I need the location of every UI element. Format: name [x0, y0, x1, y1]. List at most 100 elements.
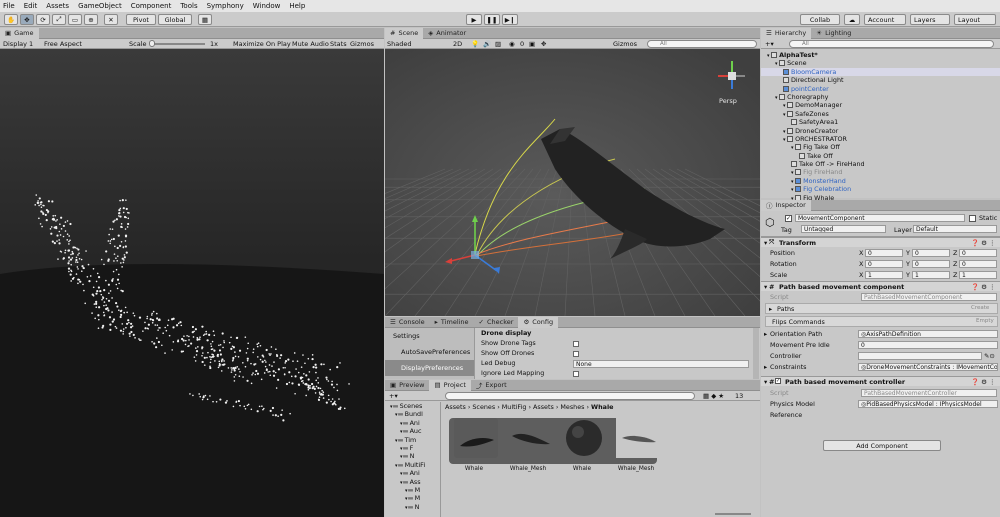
- play-button[interactable]: ▶: [466, 14, 482, 25]
- menu-component[interactable]: Component: [131, 2, 172, 10]
- pre-idle-field[interactable]: 0: [858, 341, 998, 349]
- folder-item[interactable]: ▾▬Bundl: [385, 410, 440, 418]
- hierarchy-item[interactable]: ▾ DemoManager: [761, 101, 1000, 109]
- scale-z-field[interactable]: 1: [959, 271, 997, 279]
- option-checkbox[interactable]: [573, 341, 579, 347]
- lighting-toggle-icon[interactable]: 💡: [471, 40, 479, 48]
- tab-export[interactable]: ⤴ Export: [471, 380, 512, 391]
- account-dropdown[interactable]: Account: [864, 14, 906, 25]
- folder-item[interactable]: ▾▬Auc: [385, 427, 440, 435]
- hierarchy-item[interactable]: Directional Light: [761, 76, 1000, 84]
- rotation-x-field[interactable]: 0: [865, 260, 903, 268]
- tab-checker[interactable]: ✓ Checker: [474, 317, 519, 328]
- effects-toggle-icon[interactable]: ▨: [495, 40, 501, 48]
- folder-item[interactable]: ▾▬Scenes: [385, 402, 440, 410]
- hierarchy-item[interactable]: pointCenter: [761, 85, 1000, 93]
- tab-hierarchy[interactable]: ☰ Hierarchy: [761, 27, 812, 39]
- hierarchy-item[interactable]: ▾ Fig Celebration: [761, 185, 1000, 193]
- hierarchy-item[interactable]: ▾ AlphaTest*: [761, 51, 1000, 59]
- component-menu-icon[interactable]: ❓ ⚙ ⋮: [971, 283, 996, 291]
- menu-edit[interactable]: Edit: [24, 2, 38, 10]
- shading-mode-dropdown[interactable]: Shaded: [387, 40, 411, 48]
- breadcrumb-item[interactable]: Meshes: [560, 403, 584, 411]
- folder-item[interactable]: ▾▬M: [385, 486, 440, 494]
- create-asset-icon[interactable]: +▾: [389, 392, 398, 400]
- folder-item[interactable]: ▾▬Ani: [385, 419, 440, 427]
- led-debug-dropdown[interactable]: None: [573, 360, 749, 368]
- scene-gizmos-dropdown[interactable]: Gizmos: [613, 40, 637, 48]
- menu-tools[interactable]: Tools: [180, 2, 197, 10]
- menu-symphony[interactable]: Symphony: [207, 2, 244, 10]
- pivot-button[interactable]: Pivot: [126, 14, 156, 25]
- filter-icons[interactable]: ▦ ◆ ★: [703, 392, 724, 400]
- enabled-checkbox[interactable]: ✓: [775, 378, 781, 384]
- scale-tool-icon[interactable]: ⤢: [52, 14, 66, 25]
- tab-console[interactable]: ☰ Console: [385, 317, 430, 328]
- tab-inspector[interactable]: ⓘ Inspector: [761, 199, 811, 211]
- hidden-objects-icon[interactable]: ◉: [509, 40, 515, 48]
- layers-dropdown[interactable]: Layers: [910, 14, 950, 25]
- tag-dropdown[interactable]: Untagged: [801, 225, 886, 233]
- autosave-preferences-item[interactable]: AutoSavePreferences: [385, 344, 474, 360]
- scale-slider-handle[interactable]: [149, 40, 155, 47]
- pbctrl-header[interactable]: ▾ # ✓ Path based movement controller ❓ ⚙ ⋮: [761, 376, 1000, 386]
- folder-item[interactable]: ▾▬Tim: [385, 436, 440, 444]
- static-checkbox[interactable]: [969, 215, 976, 222]
- tab-timeline[interactable]: ▸ Timeline: [430, 317, 474, 328]
- tab-animator[interactable]: ◈ Animator: [423, 28, 471, 39]
- component-menu-icon[interactable]: ❓ ⚙ ⋮: [971, 239, 996, 247]
- position-z-field[interactable]: 0: [959, 249, 997, 257]
- custom-tool-icon[interactable]: ✕: [104, 14, 118, 25]
- move-tool-icon[interactable]: ✥: [20, 14, 34, 25]
- breadcrumb-item[interactable]: Assets: [533, 403, 554, 411]
- hierarchy-item[interactable]: ▾ Scene: [761, 59, 1000, 67]
- controller-field[interactable]: [858, 352, 982, 360]
- hierarchy-search-input[interactable]: All: [789, 40, 994, 48]
- hierarchy-item[interactable]: ▾ MonsterHand: [761, 177, 1000, 185]
- maximize-on-play-toggle[interactable]: Maximize On Play: [233, 40, 291, 48]
- paths-list[interactable]: ▸ Paths Create: [765, 303, 998, 314]
- layer-dropdown[interactable]: Default: [913, 225, 997, 233]
- scale-slider[interactable]: [150, 43, 205, 45]
- collab-button[interactable]: Collab: [800, 14, 840, 25]
- global-button[interactable]: Global: [158, 14, 192, 25]
- hierarchy-item[interactable]: ▾ Choregraphy: [761, 93, 1000, 101]
- rotate-tool-icon[interactable]: ⟳: [36, 14, 50, 25]
- folder-item[interactable]: ▾▬N: [385, 452, 440, 460]
- transform-tool-icon[interactable]: ⊕: [84, 14, 98, 25]
- hierarchy-item[interactable]: BloomCamera: [761, 67, 1000, 77]
- option-checkbox[interactable]: [573, 371, 579, 377]
- asset-tile[interactable]: Whale: [557, 418, 607, 472]
- scene-viewport[interactable]: Persp: [385, 49, 760, 316]
- 2d-toggle[interactable]: 2D: [453, 40, 462, 48]
- hand-tool-icon[interactable]: ✋: [4, 14, 18, 25]
- asset-tile[interactable]: Whale_Mesh: [503, 418, 553, 472]
- asset-tile[interactable]: Whale: [449, 418, 499, 472]
- folder-item[interactable]: ▾▬M: [385, 494, 440, 502]
- audio-toggle-icon[interactable]: 🔊: [483, 40, 491, 48]
- config-scrollbar[interactable]: [753, 328, 759, 379]
- folder-item[interactable]: ▾▬Ass: [385, 478, 440, 486]
- component-menu-icon[interactable]: ❓ ⚙ ⋮: [971, 378, 996, 386]
- orientation-path-field[interactable]: ◎AxisPathDefinition: [858, 330, 998, 338]
- tab-project[interactable]: ▤ Project: [429, 379, 471, 391]
- menu-window[interactable]: Window: [253, 2, 281, 10]
- pause-button[interactable]: ❚❚: [484, 14, 500, 25]
- tools-icon[interactable]: ✥: [541, 40, 546, 48]
- active-checkbox[interactable]: ✓: [785, 215, 792, 222]
- hierarchy-item[interactable]: ▾ SafeZones: [761, 110, 1000, 118]
- menu-file[interactable]: File: [3, 2, 15, 10]
- option-checkbox[interactable]: [573, 351, 579, 357]
- game-gizmos-dropdown[interactable]: Gizmos: [350, 40, 374, 48]
- persp-label[interactable]: Persp: [719, 97, 737, 105]
- camera-icon[interactable]: ▣: [529, 40, 535, 48]
- object-name-field[interactable]: MovementComponent: [795, 214, 965, 222]
- tab-preview[interactable]: ▣ Preview: [385, 380, 429, 391]
- menu-help[interactable]: Help: [289, 2, 305, 10]
- folder-item[interactable]: ▾▬F: [385, 444, 440, 452]
- hierarchy-item[interactable]: Take Off: [761, 152, 1000, 160]
- menu-assets[interactable]: Assets: [46, 2, 69, 10]
- edit-pencil-icon[interactable]: ✎⊙: [984, 352, 995, 360]
- add-component-button[interactable]: Add Component: [823, 440, 941, 451]
- folder-item[interactable]: ▾▬N: [385, 503, 440, 511]
